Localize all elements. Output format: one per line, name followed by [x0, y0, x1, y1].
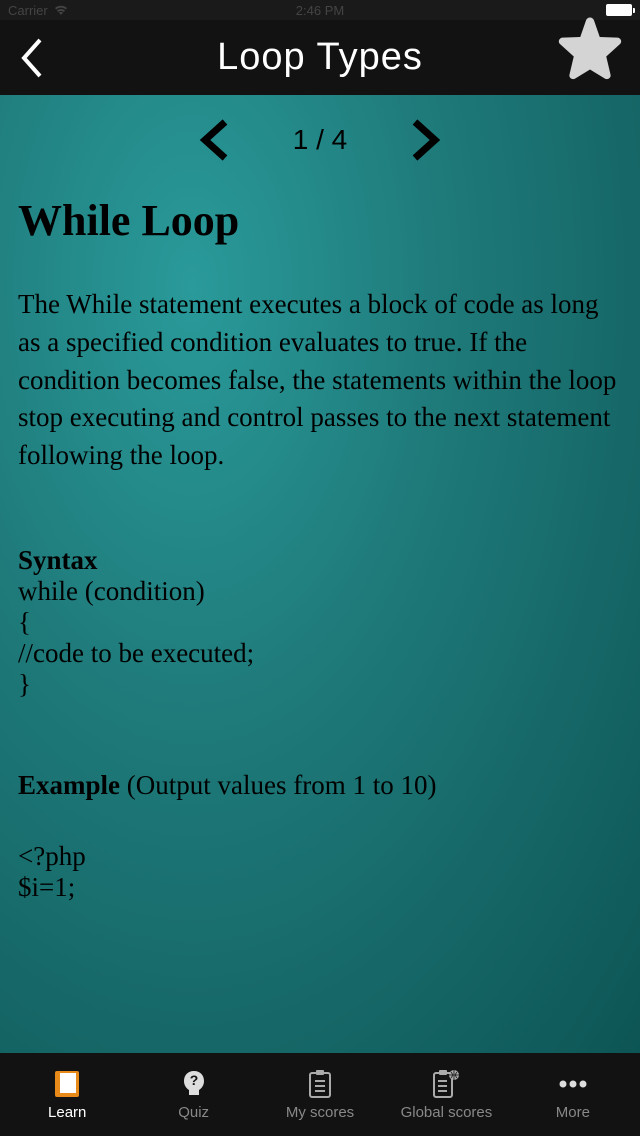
example-code: <?php $i=1; — [18, 841, 622, 903]
tab-label: Global scores — [401, 1104, 493, 1121]
more-icon — [557, 1068, 589, 1100]
prev-page-button[interactable] — [197, 122, 233, 158]
clipboard-globe-icon — [430, 1068, 462, 1100]
tab-learn[interactable]: Learn — [4, 1068, 130, 1121]
pager-label: 1 / 4 — [293, 124, 347, 156]
tab-quiz[interactable]: ? Quiz — [130, 1068, 256, 1121]
wifi-icon — [54, 5, 68, 15]
next-page-button[interactable] — [407, 122, 443, 158]
carrier-label: Carrier — [8, 3, 48, 18]
syntax-label: Syntax — [18, 545, 622, 576]
star-icon — [551, 11, 629, 89]
status-time: 2:46 PM — [296, 3, 344, 18]
clipboard-icon — [304, 1068, 336, 1100]
content-area: 1 / 4 While Loop The While statement exe… — [0, 95, 640, 1053]
tab-label: More — [556, 1104, 590, 1121]
example-desc: (Output values from 1 to 10) — [120, 770, 436, 800]
article-title: While Loop — [18, 195, 622, 246]
favorite-button[interactable] — [550, 10, 630, 90]
tab-my-scores[interactable]: My scores — [257, 1068, 383, 1121]
syntax-section: Syntax while (condition) { //code to be … — [18, 545, 622, 700]
tab-more[interactable]: More — [510, 1068, 636, 1121]
tab-label: Learn — [48, 1104, 86, 1121]
tab-global-scores[interactable]: Global scores — [383, 1068, 509, 1121]
page-title: Loop Types — [217, 36, 423, 79]
pager: 1 / 4 — [18, 95, 622, 175]
example-label: Example — [18, 770, 120, 800]
nav-header: Loop Types — [0, 20, 640, 95]
status-bar: Carrier 2:46 PM — [0, 0, 640, 20]
back-button[interactable] — [12, 33, 52, 83]
svg-text:?: ? — [189, 1072, 198, 1088]
syntax-code: while (condition) { //code to be execute… — [18, 576, 622, 700]
tab-bar: Learn ? Quiz My scores Global scores Mor… — [0, 1053, 640, 1136]
tab-label: My scores — [286, 1104, 354, 1121]
article: While Loop The While statement executes … — [18, 195, 622, 903]
example-heading: Example (Output values from 1 to 10) — [18, 770, 622, 801]
book-icon — [51, 1068, 83, 1100]
article-body: The While statement executes a block of … — [18, 286, 622, 475]
tab-label: Quiz — [178, 1104, 209, 1121]
quiz-icon: ? — [178, 1068, 210, 1100]
